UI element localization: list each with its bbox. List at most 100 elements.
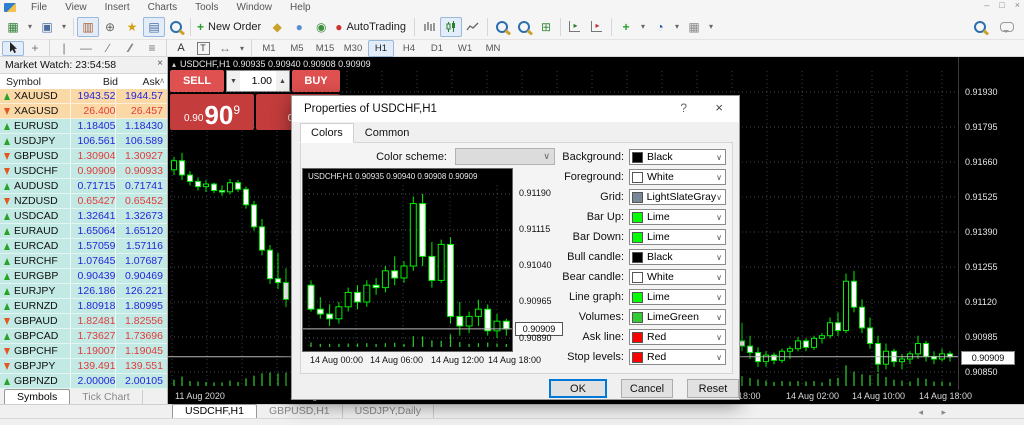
menu-view[interactable]: View — [56, 2, 96, 13]
market-watch-row[interactable]: EURGBP 0.90439 0.90469 — [0, 269, 167, 284]
scroll-up-icon[interactable]: ∧ — [159, 76, 165, 85]
navigator-icon[interactable]: ★ — [121, 17, 143, 37]
market-watch-row[interactable]: AUDUSD 0.71715 0.71741 — [0, 179, 167, 194]
data-window-icon[interactable]: ⊕ — [99, 17, 121, 37]
menu-window[interactable]: Window — [227, 2, 281, 13]
market-watch-row[interactable]: EURAUD 1.65064 1.65120 — [0, 224, 167, 239]
cancel-button[interactable]: Cancel — [621, 379, 673, 398]
templates-button[interactable]: ▦ — [683, 17, 705, 37]
buy-button[interactable]: BUY — [292, 70, 340, 92]
timeframe-w1[interactable]: W1 — [452, 40, 478, 57]
terminal-toggle-icon[interactable]: ▤ — [143, 16, 165, 37]
reset-button[interactable]: Reset — [687, 379, 739, 398]
market-watch-row[interactable]: EURCHF 1.07645 1.07687 — [0, 254, 167, 269]
fibonacci-tool-icon[interactable]: ≡ — [141, 41, 163, 56]
volume-value[interactable]: 1.00 — [240, 71, 276, 91]
color-select-bar-up[interactable]: Lime ∨ — [629, 209, 726, 225]
chart-tab-usdchf-h1[interactable]: USDCHF,H1 — [172, 404, 257, 418]
indicators-button[interactable]: + — [615, 17, 637, 37]
color-select-bear-candle[interactable]: White ∨ — [629, 269, 726, 285]
market-watch-row[interactable]: EURJPY 126.186 126.221 — [0, 284, 167, 299]
timeframe-d1[interactable]: D1 — [424, 40, 450, 57]
profiles-button[interactable]: ▣ — [36, 17, 58, 37]
horizontal-line-tool-icon[interactable]: — — [75, 41, 97, 56]
market-watch-row[interactable]: GBPCHF 1.19007 1.19045 — [0, 344, 167, 359]
timeframe-mn[interactable]: MN — [480, 40, 506, 57]
color-select-bar-down[interactable]: Lime ∨ — [629, 229, 726, 245]
periods-button[interactable]: ◔ — [649, 17, 671, 37]
market-watch-close-icon[interactable]: × — [157, 58, 163, 69]
sell-price-panel[interactable]: 0.90 90 9 — [170, 94, 254, 130]
dialog-tab-colors[interactable]: Colors — [300, 123, 354, 143]
color-select-background[interactable]: Black ∨ — [629, 149, 726, 165]
panel-tab-symbols[interactable]: Symbols — [4, 389, 71, 404]
column-bid[interactable]: Bid — [72, 76, 118, 88]
arrows-dropdown-icon[interactable]: ▾ — [236, 41, 248, 56]
timeframe-m5[interactable]: M5 — [284, 40, 310, 57]
market-watch-row[interactable]: GBPUSD 1.30904 1.30927 — [0, 149, 167, 164]
line-chart-icon[interactable] — [462, 17, 484, 37]
market-watch-row[interactable]: GBPCAD 1.73627 1.73696 — [0, 329, 167, 344]
color-select-grid[interactable]: LightSlateGray ∨ — [629, 189, 726, 205]
column-symbol[interactable]: Symbol — [0, 76, 72, 88]
auto-scroll-icon[interactable]: ▸ — [564, 17, 586, 37]
tile-windows-icon[interactable]: ⊞ — [535, 17, 557, 37]
market-watch-row[interactable]: USDCAD 1.32641 1.32673 — [0, 209, 167, 224]
timeframe-h4[interactable]: H4 — [396, 40, 422, 57]
volume-down-icon[interactable]: ▼ — [227, 71, 240, 91]
autotrading-button[interactable]: ● AutoTrading — [332, 17, 411, 37]
menu-charts[interactable]: Charts — [139, 2, 186, 13]
vertical-line-tool-icon[interactable]: | — [53, 41, 75, 56]
arrows-tool-icon[interactable]: ↔ — [214, 41, 236, 56]
timeframe-m30[interactable]: M30 — [340, 40, 366, 57]
market-watch-row[interactable]: USDJPY 106.561 106.589 — [0, 134, 167, 149]
volume-up-icon[interactable]: ▲ — [276, 71, 289, 91]
timeframe-m15[interactable]: M15 — [312, 40, 338, 57]
dialog-tab-common[interactable]: Common — [354, 123, 421, 143]
crosshair-tool-icon[interactable]: + — [24, 41, 46, 56]
color-select-bull-candle[interactable]: Black ∨ — [629, 249, 726, 265]
market-watch-toggle-icon[interactable]: ▥ — [77, 16, 99, 37]
templates-dropdown-icon[interactable]: ▾ — [705, 17, 717, 37]
new-chart-button[interactable]: ▦ — [2, 17, 24, 37]
strategy-tester-icon[interactable] — [165, 17, 187, 37]
market-watch-row[interactable]: XAGUSD 26.400 26.457 — [0, 104, 167, 119]
menu-help[interactable]: Help — [281, 2, 320, 13]
volume-stepper[interactable]: ▼ 1.00 ▲ — [226, 70, 290, 92]
ok-button[interactable]: OK — [549, 379, 607, 398]
dialog-close-icon[interactable]: × — [715, 100, 723, 115]
label-tool-icon[interactable]: T — [192, 41, 214, 56]
indicators-dropdown-icon[interactable]: ▾ — [637, 17, 649, 37]
candlestick-chart-icon[interactable] — [439, 16, 462, 37]
market-watch-row[interactable]: EURUSD 1.18405 1.18430 — [0, 119, 167, 134]
market-watch-row[interactable]: EURNZD 1.80918 1.80995 — [0, 299, 167, 314]
market-watch-row[interactable]: GBPNZD 2.00006 2.00105 — [0, 374, 167, 389]
market-watch-row[interactable]: USDCHF 0.90909 0.90933 — [0, 164, 167, 179]
market-watch-row[interactable]: EURCAD 1.57059 1.57116 — [0, 239, 167, 254]
color-select-stop-levels[interactable]: Red ∨ — [629, 349, 726, 365]
timeframe-m1[interactable]: M1 — [256, 40, 282, 57]
periods-dropdown-icon[interactable]: ▾ — [671, 17, 683, 37]
chat-icon[interactable] — [1000, 21, 1014, 33]
channel-tool-icon[interactable]: ∕∕ — [119, 41, 141, 56]
color-select-volumes[interactable]: LimeGreen ∨ — [629, 309, 726, 325]
cursor-tool-icon[interactable] — [2, 40, 24, 56]
color-select-line-graph[interactable]: Lime ∨ — [629, 289, 726, 305]
menu-insert[interactable]: Insert — [96, 2, 139, 13]
zoom-in-icon[interactable] — [491, 17, 513, 37]
text-tool-icon[interactable]: A — [170, 41, 192, 56]
collapse-panel-icon[interactable]: ▴ — [172, 60, 176, 69]
profiles-dropdown-icon[interactable]: ▾ — [58, 17, 70, 37]
community-icon[interactable]: ● — [288, 17, 310, 37]
market-watch-row[interactable]: GBPAUD 1.82481 1.82556 — [0, 314, 167, 329]
market-watch-row[interactable]: XAUUSD 1943.52 1944.57 — [0, 89, 167, 104]
price-axis[interactable]: 0.91930 0.91795 0.91660 0.91525 0.91390 0.912… — [958, 57, 1024, 390]
restore-icon[interactable]: □ — [999, 0, 1004, 10]
chart-tab-usdjpy-daily[interactable]: USDJPY,Daily — [343, 405, 434, 418]
sell-button[interactable]: SELL — [170, 70, 224, 92]
close-icon[interactable]: × — [1015, 0, 1020, 10]
chart-tab-gbpusd-h1[interactable]: GBPUSD,H1 — [257, 405, 343, 418]
dialog-title-bar[interactable]: Properties of USDCHF,H1 — [292, 96, 739, 122]
chart-shift-icon[interactable]: ▸ — [586, 17, 608, 37]
bar-chart-icon[interactable] — [418, 17, 440, 37]
